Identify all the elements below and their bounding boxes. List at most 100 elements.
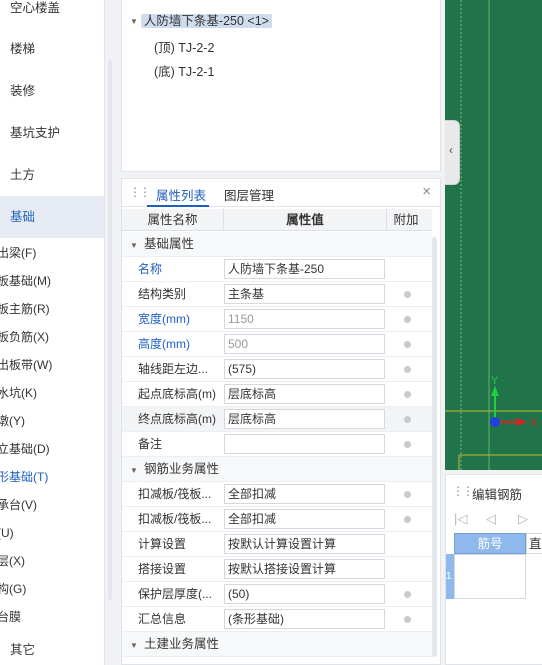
property-row: 扣减板/筏板... 全部扣减 <box>122 507 432 532</box>
collapse-panel-button[interactable]: ‹ <box>445 120 460 185</box>
property-value-input[interactable]: 1150 <box>224 309 385 329</box>
property-scrollbar[interactable] <box>432 237 437 657</box>
nav-category[interactable]: 空心楼盖 <box>0 0 104 29</box>
column-header-extra: 附加 <box>393 213 419 227</box>
property-group-row[interactable]: ▼ 土建业务属性 <box>122 632 432 657</box>
expand-triangle-icon[interactable]: ▼ <box>130 17 138 26</box>
extra-checkbox-dot[interactable] <box>404 316 411 323</box>
property-value-input[interactable]: (575) <box>224 359 385 379</box>
property-row: 高度(mm) 500 <box>122 332 432 357</box>
property-row: 轴线距左边... (575) <box>122 357 432 382</box>
property-value-input[interactable]: 人防墙下条基-250 <box>224 259 385 279</box>
property-value-input[interactable]: 按默认计算设置计算 <box>224 534 385 554</box>
property-name: 轴线距左边... <box>138 362 209 376</box>
nav-sub-item[interactable]: 水坑(K) <box>0 379 37 407</box>
property-value-input[interactable]: 层底标高 <box>224 384 385 404</box>
collapse-triangle-icon[interactable]: ▼ <box>130 466 138 475</box>
extra-checkbox-dot[interactable] <box>404 341 411 348</box>
property-name: 计算设置 <box>138 537 187 551</box>
property-panel: ⋮⋮ 属性列表 图层管理 × 属性名称 属性值 附加 ▼ 基础属性名称 人防墙下条基… <box>121 178 441 665</box>
extra-checkbox-dot[interactable] <box>404 391 411 398</box>
property-value-input[interactable]: 层底标高 <box>224 409 385 429</box>
extra-checkbox-dot[interactable] <box>404 616 411 623</box>
nav-sub-item[interactable]: 板负筋(X) <box>0 323 49 351</box>
property-name: 扣减板/筏板... <box>138 512 212 526</box>
extra-checkbox-dot[interactable] <box>404 516 411 523</box>
nav-sub-item[interactable]: 出板带(W) <box>0 351 52 379</box>
nav-sub-item[interactable]: 承台(V) <box>0 491 37 519</box>
nav-sub-item[interactable]: 立基础(D) <box>0 435 50 463</box>
property-name: 搭接设置 <box>138 562 187 576</box>
next-record-icon[interactable]: ▷ <box>518 511 528 527</box>
nav-sub-item[interactable]: (U) <box>0 519 14 547</box>
property-row: 汇总信息 (条形基础) <box>122 607 432 632</box>
nav-sub-item[interactable]: 板基础(M) <box>0 267 51 295</box>
property-group-row[interactable]: ▼ 基础属性 <box>122 232 432 257</box>
column-header-value: 属性值 <box>224 209 387 231</box>
property-group-label: 基础属性 <box>144 237 195 251</box>
property-row: 终点底标高(m) 层底标高 <box>122 407 432 432</box>
property-value-input[interactable]: 全部扣减 <box>224 484 385 504</box>
collapse-triangle-icon[interactable]: ▼ <box>130 241 138 250</box>
close-icon[interactable]: × <box>422 183 431 200</box>
property-value-input[interactable]: (50) <box>224 584 385 604</box>
property-row: 起点底标高(m) 层底标高 <box>122 382 432 407</box>
drawing-canvas[interactable]: Y X <box>445 0 542 470</box>
extra-checkbox-dot[interactable] <box>404 491 411 498</box>
first-record-icon[interactable]: |◁ <box>454 511 467 527</box>
extra-checkbox-dot[interactable] <box>404 366 411 373</box>
property-value-input[interactable]: 500 <box>224 334 385 354</box>
rebar-number-cell[interactable] <box>454 554 526 599</box>
property-row: 名称 人防墙下条基-250 <box>122 257 432 282</box>
property-row: 搭接设置 按默认搭接设置计算 <box>122 557 432 582</box>
collapse-triangle-icon[interactable]: ▼ <box>130 641 138 650</box>
property-group-row[interactable]: ▼ 钢筋业务属性 <box>122 457 432 482</box>
nav-sub-item[interactable]: 构(G) <box>0 575 26 603</box>
extra-checkbox-dot[interactable] <box>404 416 411 423</box>
property-value-input[interactable]: 按默认搭接设置计算 <box>224 559 385 579</box>
property-group-label: 钢筋业务属性 <box>144 462 220 476</box>
axis-x-label: X <box>530 417 538 429</box>
property-value-input[interactable]: 全部扣减 <box>224 509 385 529</box>
drag-grip-icon[interactable]: ⋮⋮ <box>129 185 151 199</box>
tab-layer-manager[interactable]: 图层管理 <box>224 185 274 204</box>
property-name: 宽度(mm) <box>138 312 190 326</box>
property-group-label: 土建业务属性 <box>144 637 220 651</box>
tree-child-bottom[interactable]: (底) TJ-2-1 <box>154 61 214 80</box>
chevron-left-icon: ‹ <box>449 143 453 157</box>
nav-sub-item[interactable]: 板主筋(R) <box>0 295 50 323</box>
property-name: 起点底标高(m) <box>138 387 216 401</box>
rebar-panel-title: 编辑钢筋 <box>472 488 523 502</box>
property-row: 宽度(mm) 1150 <box>122 307 432 332</box>
property-value-input[interactable]: 主条基 <box>224 284 385 304</box>
rebar-row-index: 1 <box>446 554 454 599</box>
nav-scrollbar[interactable] <box>108 60 112 600</box>
nav-sub-item[interactable]: 墩(Y) <box>0 407 25 435</box>
nav-category[interactable]: 基坑支护 <box>0 112 104 154</box>
property-name: 高度(mm) <box>138 337 190 351</box>
nav-sub-item[interactable]: 层(X) <box>0 547 25 575</box>
rebar-column-number: 筋号 <box>454 533 526 554</box>
extra-checkbox-dot[interactable] <box>404 291 411 298</box>
nav-category[interactable]: 其它 <box>0 629 104 665</box>
axis-y-label: Y <box>491 375 499 387</box>
tab-property-list[interactable]: 属性列表 <box>156 185 206 204</box>
nav-category[interactable]: 装修 <box>0 70 104 112</box>
property-value-input[interactable]: (条形基础) <box>224 609 385 629</box>
nav-category[interactable]: 楼梯 <box>0 28 104 70</box>
nav-sub-item[interactable]: 出梁(F) <box>0 239 36 267</box>
extra-checkbox-dot[interactable] <box>404 441 411 448</box>
nav-category[interactable]: 基础 <box>0 196 104 238</box>
tree-child-top[interactable]: (顶) TJ-2-2 <box>154 37 214 56</box>
property-name: 结构类别 <box>138 287 187 301</box>
property-row: 扣减板/筏板... 全部扣减 <box>122 482 432 507</box>
prev-record-icon[interactable]: ◁ <box>486 511 496 527</box>
extra-checkbox-dot[interactable] <box>404 591 411 598</box>
nav-sub-item[interactable]: 台膜 <box>0 603 21 631</box>
column-header-name: 属性名称 <box>122 209 224 231</box>
nav-category[interactable]: 土方 <box>0 154 104 196</box>
tree-node-selected[interactable]: ▼ 人防墙下条基-250 <1> <box>130 10 272 29</box>
property-value-input[interactable] <box>224 434 385 454</box>
nav-sub-item[interactable]: 形基础(T) <box>0 463 48 491</box>
drag-grip-icon[interactable]: ⋮⋮ <box>452 484 474 498</box>
